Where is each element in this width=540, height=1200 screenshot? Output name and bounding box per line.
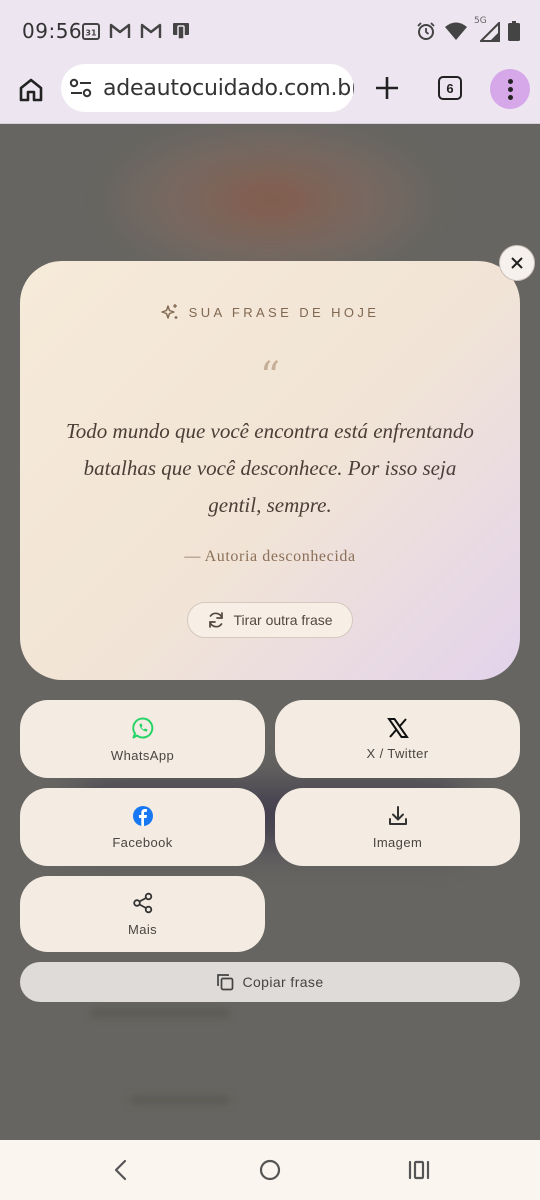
share-whatsapp-button[interactable]: WhatsApp	[20, 700, 265, 778]
close-button[interactable]	[499, 245, 535, 281]
system-nav-bar	[0, 1140, 540, 1200]
x-twitter-icon	[386, 717, 409, 738]
battery-icon	[508, 21, 520, 41]
refresh-icon	[209, 612, 224, 628]
browser-menu-button[interactable]	[490, 69, 530, 109]
status-bar: 09:56 31 5G	[0, 0, 540, 62]
copy-quote-label: Copiar frase	[242, 974, 324, 990]
browser-toolbar: adeautocuidado.com.br 6	[0, 62, 540, 124]
recents-icon[interactable]	[407, 1158, 431, 1182]
card-header: SUA FRASE DE HOJE	[20, 303, 520, 321]
more-label: Mais	[127, 921, 158, 937]
whatsapp-label: WhatsApp	[110, 747, 175, 763]
download-icon	[388, 805, 407, 825]
device-icon	[173, 23, 189, 40]
notification-icons: 31	[82, 21, 191, 41]
alarm-icon	[417, 22, 435, 40]
url-bar[interactable]: adeautocuidado.com.br	[61, 64, 354, 112]
cell-signal: 5G	[474, 16, 500, 42]
home-button[interactable]	[14, 73, 48, 107]
url-text: adeautocuidado.com.br	[103, 76, 354, 101]
facebook-label: Facebook	[112, 834, 173, 850]
site-settings-icon[interactable]	[69, 77, 93, 99]
home-icon	[19, 78, 43, 102]
sparkles-icon	[160, 304, 178, 319]
quote-text: Todo mundo que você encontra está enfren…	[66, 419, 474, 517]
status-time: 09:56	[22, 19, 83, 43]
calendar-icon: 31	[82, 23, 100, 40]
gmail-icon	[109, 23, 131, 38]
new-quote-label: Tirar outra frase	[233, 612, 333, 628]
home-circle-icon[interactable]	[258, 1158, 282, 1182]
facebook-icon	[132, 805, 153, 826]
gmail-icon	[140, 23, 162, 38]
new-tab-icon[interactable]	[372, 73, 402, 103]
share-twitter-button[interactable]: X / Twitter	[275, 700, 520, 778]
copy-icon	[217, 974, 234, 991]
share-image-button[interactable]: Imagem	[275, 788, 520, 866]
new-quote-button[interactable]: Tirar outra frase	[187, 602, 353, 638]
wifi-icon	[445, 22, 467, 40]
quote-mark: “	[259, 354, 281, 400]
system-icons: 5G	[416, 16, 520, 42]
svg-text:31: 31	[85, 29, 97, 38]
tab-count: 6	[446, 80, 454, 96]
twitter-label: X / Twitter	[366, 745, 429, 761]
back-icon[interactable]	[110, 1158, 132, 1182]
close-icon	[511, 257, 523, 269]
background-image-blur	[110, 125, 430, 275]
image-label: Imagem	[372, 834, 423, 850]
cell-signal-icon	[480, 22, 500, 42]
copy-quote-button[interactable]: Copiar frase	[20, 962, 520, 1002]
share-more-button[interactable]: Mais	[20, 876, 265, 952]
whatsapp-icon	[131, 716, 153, 738]
dot-icon	[507, 94, 513, 100]
tab-switcher-button[interactable]: 6	[438, 76, 462, 100]
share-icon	[132, 892, 152, 913]
quote-card: SUA FRASE DE HOJE “ Todo mundo que você …	[20, 261, 520, 680]
dot-icon	[507, 86, 513, 92]
background-text-blur	[90, 1010, 230, 1016]
background-text-blur	[130, 1097, 230, 1103]
quote-author: — Autoria desconhecida	[184, 548, 356, 565]
card-header-label: SUA FRASE DE HOJE	[188, 304, 380, 320]
share-facebook-button[interactable]: Facebook	[20, 788, 265, 866]
dot-icon	[507, 78, 513, 84]
